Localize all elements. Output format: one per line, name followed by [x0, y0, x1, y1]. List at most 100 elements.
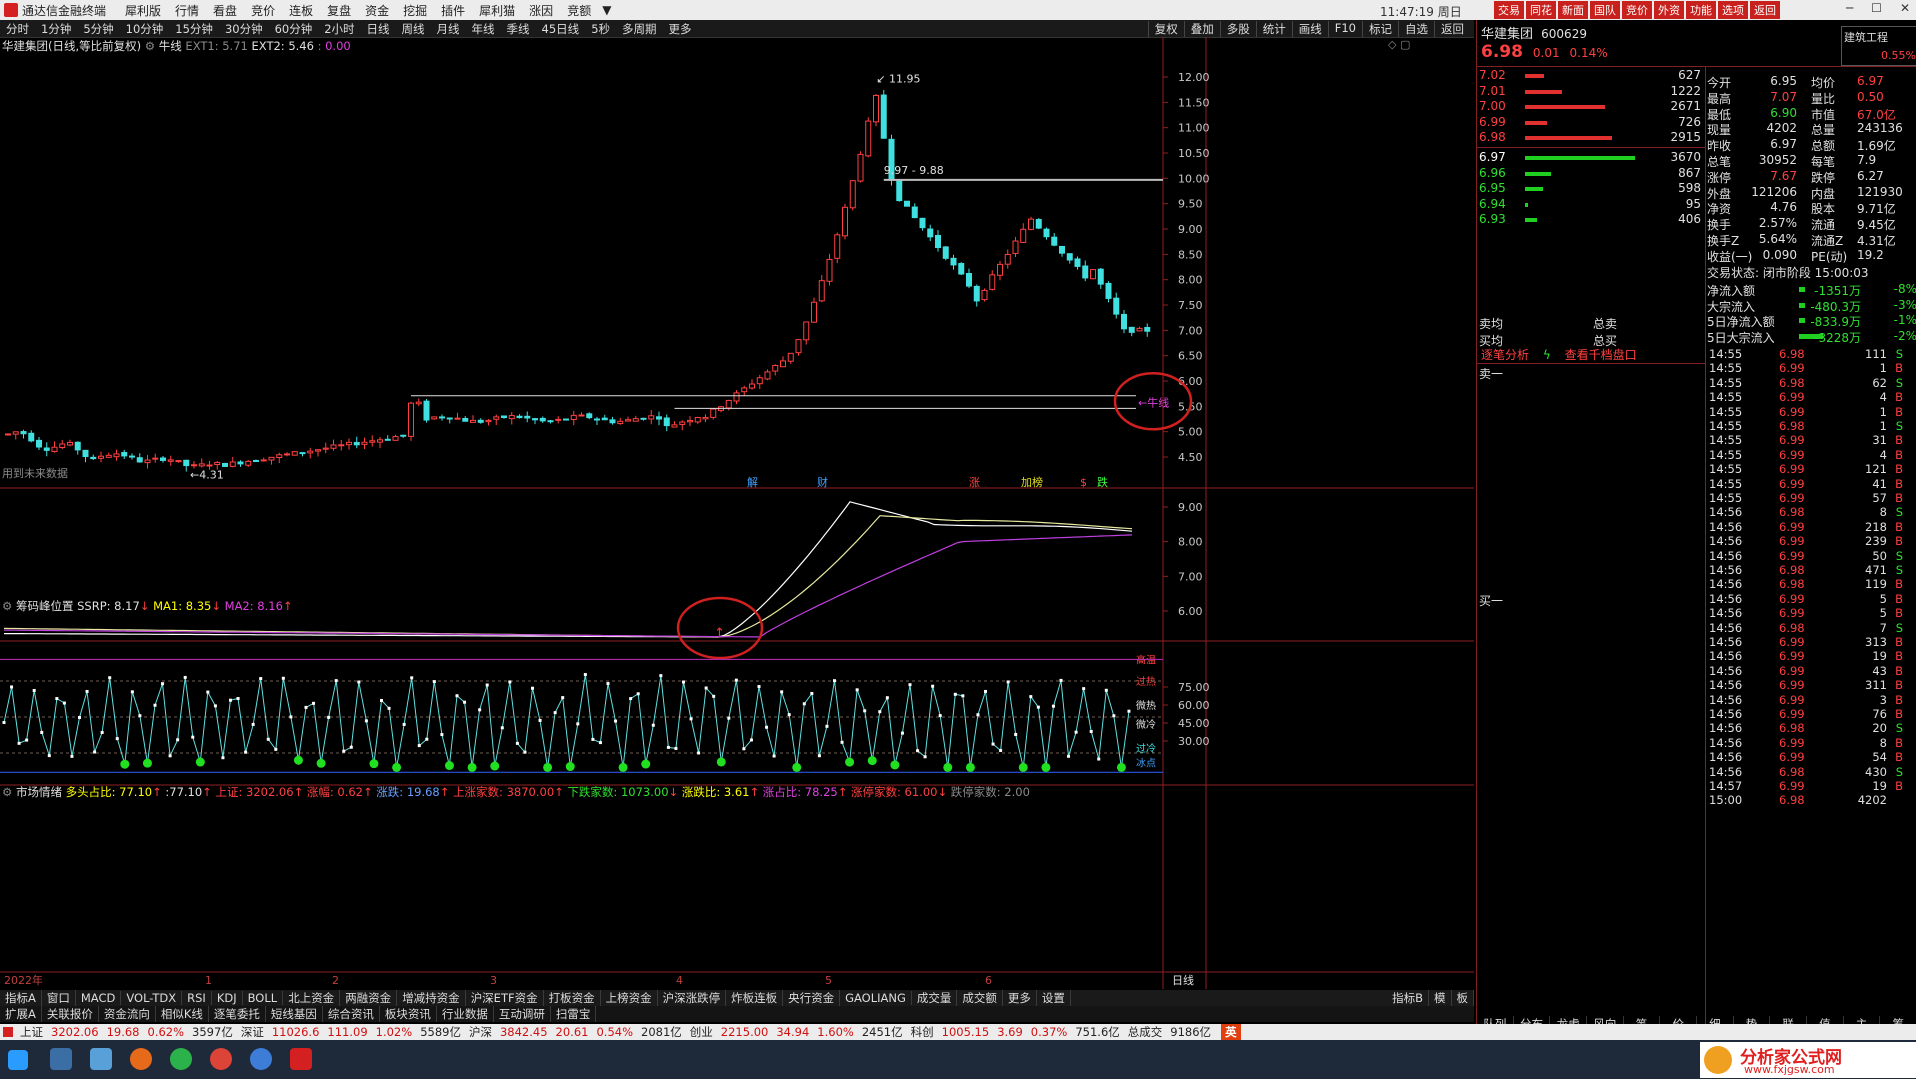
extension-tab[interactable]: 扩展A [0, 1006, 42, 1022]
chart-tool-button[interactable]: 画线 [1291, 21, 1328, 37]
extension-tab[interactable]: 关联报价 [42, 1006, 99, 1022]
chart-tool-button[interactable]: 标记 [1362, 21, 1398, 37]
minimize-icon[interactable]: ─ [1846, 1, 1853, 15]
chart-tool-button[interactable]: F10 [1327, 21, 1362, 37]
top-button[interactable]: 功能 [1686, 1, 1716, 19]
maximize-icon[interactable]: ☐ [1871, 1, 1882, 15]
indicator-tab[interactable]: KDJ [212, 991, 243, 1005]
extension-tab[interactable]: 相似K线 [156, 1006, 209, 1022]
indicator-tab[interactable]: RSI [182, 991, 212, 1005]
windows-start-icon[interactable] [8, 1050, 28, 1070]
period-tab[interactable]: 2小时 [318, 22, 360, 36]
period-tab[interactable]: 5秒 [585, 22, 616, 36]
indicator-tab[interactable]: 指标B [1387, 990, 1429, 1006]
period-tab[interactable]: 月线 [431, 22, 466, 36]
period-tab[interactable]: 年线 [466, 22, 501, 36]
indicator-tab[interactable]: 窗口 [42, 990, 76, 1006]
chart-tool-button[interactable]: 多股 [1219, 21, 1256, 37]
indicator-tab[interactable]: GAOLIANG [840, 991, 912, 1005]
sector-box[interactable]: 建筑工程 0.55% [1841, 26, 1916, 66]
menu-item[interactable]: 犀利猫 [472, 2, 522, 19]
top-button[interactable]: 国队 [1590, 1, 1620, 19]
indicator-tab[interactable]: 更多 [1003, 990, 1037, 1006]
extension-tab[interactable]: 综合资讯 [323, 1006, 380, 1022]
menu-item[interactable]: 犀利版 [118, 2, 168, 19]
index-name[interactable]: 科创 [907, 1024, 938, 1040]
period-tab[interactable]: 15分钟 [169, 22, 219, 36]
index-name[interactable]: 创业 [686, 1024, 717, 1040]
top-button[interactable]: 外资 [1654, 1, 1684, 19]
menu-item[interactable]: 行情 [168, 2, 206, 19]
indicator-tab[interactable]: 成交额 [957, 990, 1003, 1006]
chip-panel-title[interactable]: 筹码峰位置 [16, 599, 74, 613]
menu-item[interactable]: 看盘 [206, 2, 244, 19]
chart-tool-button[interactable]: 统计 [1255, 21, 1292, 37]
indicator-tab[interactable]: 沪深ETF资金 [466, 990, 544, 1006]
period-tab[interactable]: 60分钟 [269, 22, 319, 36]
indicator-tab[interactable]: VOL-TDX [121, 991, 183, 1005]
period-tab[interactable]: 更多 [663, 22, 698, 36]
period-tab[interactable]: 分时 [0, 22, 35, 36]
period-tab[interactable]: 30分钟 [219, 22, 269, 36]
period-tab[interactable]: 周线 [396, 22, 431, 36]
period-tab[interactable]: 1分钟 [35, 22, 77, 36]
chrome-icon[interactable] [210, 1048, 232, 1070]
ime-indicator[interactable]: 英 [1221, 1024, 1241, 1040]
extension-tab[interactable]: 资金流向 [99, 1006, 156, 1022]
indicator-tab[interactable]: 指标A [0, 990, 42, 1006]
menu-item[interactable]: 复盘 [320, 2, 358, 19]
calculator-icon[interactable] [50, 1048, 72, 1070]
index-name[interactable]: 上证 [16, 1024, 47, 1040]
chart-tool-button[interactable]: 复权 [1147, 21, 1184, 37]
tick-analysis-link[interactable]: 逐笔分析 [1481, 348, 1529, 362]
depth-book-link[interactable]: 查看千档盘口 [1565, 348, 1637, 362]
indicator-tab[interactable]: 设置 [1037, 990, 1071, 1006]
chart-tool-button[interactable]: 返回 [1434, 21, 1470, 37]
extension-tab[interactable]: 互动调研 [494, 1006, 551, 1022]
file-explorer-icon[interactable] [90, 1048, 112, 1070]
sell-level-row[interactable]: 6.99 726 [1479, 115, 1705, 130]
top-button[interactable]: 返回 [1750, 1, 1780, 19]
buy-level-row[interactable]: 6.97 3670 [1479, 150, 1705, 165]
period-tab[interactable]: 45日线 [536, 22, 586, 36]
indicator-tab[interactable]: 板 [1452, 990, 1474, 1006]
indicator-tab[interactable]: BOLL [243, 991, 284, 1005]
extension-tab[interactable]: 扫雷宝 [551, 1006, 597, 1022]
indicator-tab[interactable]: 炸板连板 [726, 990, 784, 1006]
indicator-tab[interactable]: 央行资金 [783, 990, 841, 1006]
top-button[interactable]: 竞价 [1622, 1, 1652, 19]
menu-item[interactable]: 竞价 [244, 2, 282, 19]
sell-level-row[interactable]: 7.01 1222 [1479, 84, 1705, 99]
chip-gear-icon[interactable]: ⚙ [2, 599, 12, 613]
period-tab[interactable]: 多周期 [616, 22, 663, 36]
index-name[interactable]: 深证 [237, 1024, 268, 1040]
menu-item[interactable]: 资金 [358, 2, 396, 19]
mood-panel-title[interactable]: 市场情绪 [16, 785, 62, 799]
menu-item[interactable]: 连板 [282, 2, 320, 19]
extension-tab[interactable]: 短线基因 [266, 1006, 323, 1022]
extension-tab[interactable]: 板块资讯 [380, 1006, 437, 1022]
period-tab[interactable]: 10分钟 [120, 22, 170, 36]
sell-level-row[interactable]: 7.02 627 [1479, 68, 1705, 83]
menu-item[interactable]: 涨因 [522, 2, 560, 19]
indicator-tab[interactable]: 两融资金 [340, 990, 398, 1006]
buy-level-row[interactable]: 6.93 406 [1479, 212, 1705, 227]
browser-360-icon[interactable] [170, 1048, 192, 1070]
chart-tool-button[interactable]: 叠加 [1183, 21, 1220, 37]
buy-level-row[interactable]: 6.96 867 [1479, 166, 1705, 181]
indicator-tab[interactable]: 打板资金 [544, 990, 601, 1006]
top-button[interactable]: 交易 [1494, 1, 1524, 19]
indicator-tab[interactable]: 沪深涨跌停 [658, 990, 727, 1006]
browser-icon[interactable] [250, 1048, 272, 1070]
menu-item[interactable]: 挖掘 [396, 2, 434, 19]
top-button[interactable]: 新面 [1558, 1, 1588, 19]
menu-item[interactable]: 插件 [434, 2, 472, 19]
buy-level-row[interactable]: 6.95 598 [1479, 181, 1705, 196]
top-button[interactable]: 选项 [1718, 1, 1748, 19]
sell-level-row[interactable]: 6.98 2915 [1479, 130, 1705, 145]
buy-level-row[interactable]: 6.94 95 [1479, 197, 1705, 212]
indicator-tab[interactable]: 上榜资金 [601, 990, 658, 1006]
tdx-app-icon[interactable] [290, 1048, 312, 1070]
indicator-tab[interactable]: MACD [76, 991, 122, 1005]
period-tab[interactable]: 5分钟 [77, 22, 119, 36]
